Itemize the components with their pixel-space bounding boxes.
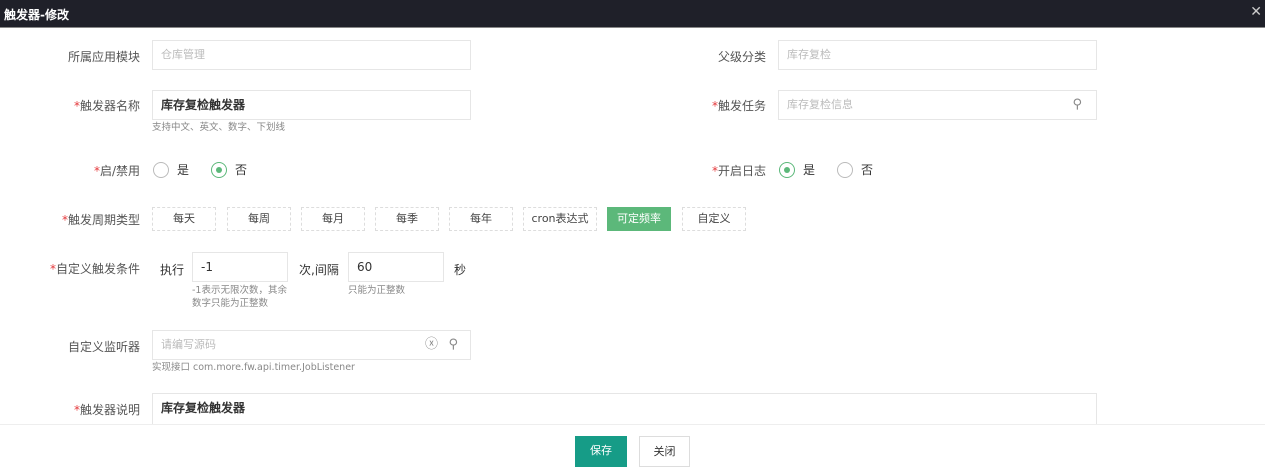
condition-middle: 次,间隔 [299, 263, 339, 277]
dialog-footer [0, 424, 1265, 472]
period-option-custom[interactable]: 自定义 [682, 207, 746, 231]
condition-label-text: 自定义触发条件 [55, 262, 140, 276]
condition-label: *自定义触发条件 [0, 260, 140, 277]
listener-label: 自定义监听器 [67, 340, 140, 354]
radio-label: 否 [861, 163, 874, 177]
search-icon[interactable]: ⚲ [1072, 91, 1082, 119]
period-option-cron[interactable]: cron表达式 [523, 207, 597, 231]
listener-input[interactable]: 请编写源码 ⓧ ⚲ [152, 330, 471, 360]
radio-circle-checked [779, 161, 795, 178]
radio-label: 是 [803, 163, 816, 177]
log-no-radio[interactable]: 否 [837, 161, 873, 178]
period-option-weekly[interactable]: 每周 [227, 207, 291, 231]
interval-input[interactable]: 60 [348, 252, 444, 282]
dialog-header: 触发器-修改 ✕ [0, 0, 1265, 28]
search-icon[interactable]: ⚲ [448, 331, 458, 359]
close-icon[interactable]: ✕ [1250, 4, 1262, 20]
period-label: *触发周期类型 [0, 211, 140, 228]
period-option-monthly[interactable]: 每月 [301, 207, 365, 231]
period-option-quarterly[interactable]: 每季 [375, 207, 439, 231]
interval-hint: 只能为正整数 [348, 285, 406, 296]
task-placeholder: 库存复检信息 [787, 98, 853, 111]
task-label-text: 触发任务 [717, 99, 766, 113]
desc-label-text: 触发器说明 [79, 403, 140, 417]
period-label-text: 触发周期类型 [67, 213, 140, 227]
log-yes-radio[interactable]: 是 [779, 161, 815, 178]
name-hint: 支持中文、英文、数字、下划线 [152, 122, 286, 133]
count-hint: -1表示无限次数，其余数字只能为正整数 [192, 285, 287, 309]
task-label: *触发任务 [0, 97, 766, 114]
count-input[interactable]: -1 [192, 252, 288, 282]
parent-input[interactable]: 库存复检 [778, 40, 1097, 70]
radio-circle [837, 161, 854, 178]
task-input[interactable]: 库存复检信息 ⚲ [778, 90, 1097, 120]
clear-icon[interactable]: ⓧ [425, 331, 438, 359]
parent-label: 父级分类 [717, 50, 766, 64]
condition-prefix: 执行 [160, 263, 185, 277]
desc-label: *触发器说明 [0, 401, 140, 418]
log-label-text: 开启日志 [717, 164, 766, 178]
period-option-daily[interactable]: 每天 [152, 207, 216, 231]
close-button[interactable]: 关闭 [639, 436, 690, 467]
parent-placeholder: 库存复检 [787, 48, 831, 61]
log-radio-group: 是 否 [779, 161, 873, 178]
listener-placeholder: 请编写源码 [161, 338, 216, 351]
period-option-fixed-rate[interactable]: 可定频率 [607, 207, 671, 231]
condition-suffix: 秒 [454, 263, 467, 277]
listener-hint: 实现接口 com.more.fw.api.timer.JobListener [152, 362, 355, 373]
dialog-title: 触发器-修改 [4, 8, 69, 22]
period-option-yearly[interactable]: 每年 [449, 207, 513, 231]
save-button[interactable]: 保存 [575, 436, 627, 467]
log-label: *开启日志 [0, 162, 766, 179]
